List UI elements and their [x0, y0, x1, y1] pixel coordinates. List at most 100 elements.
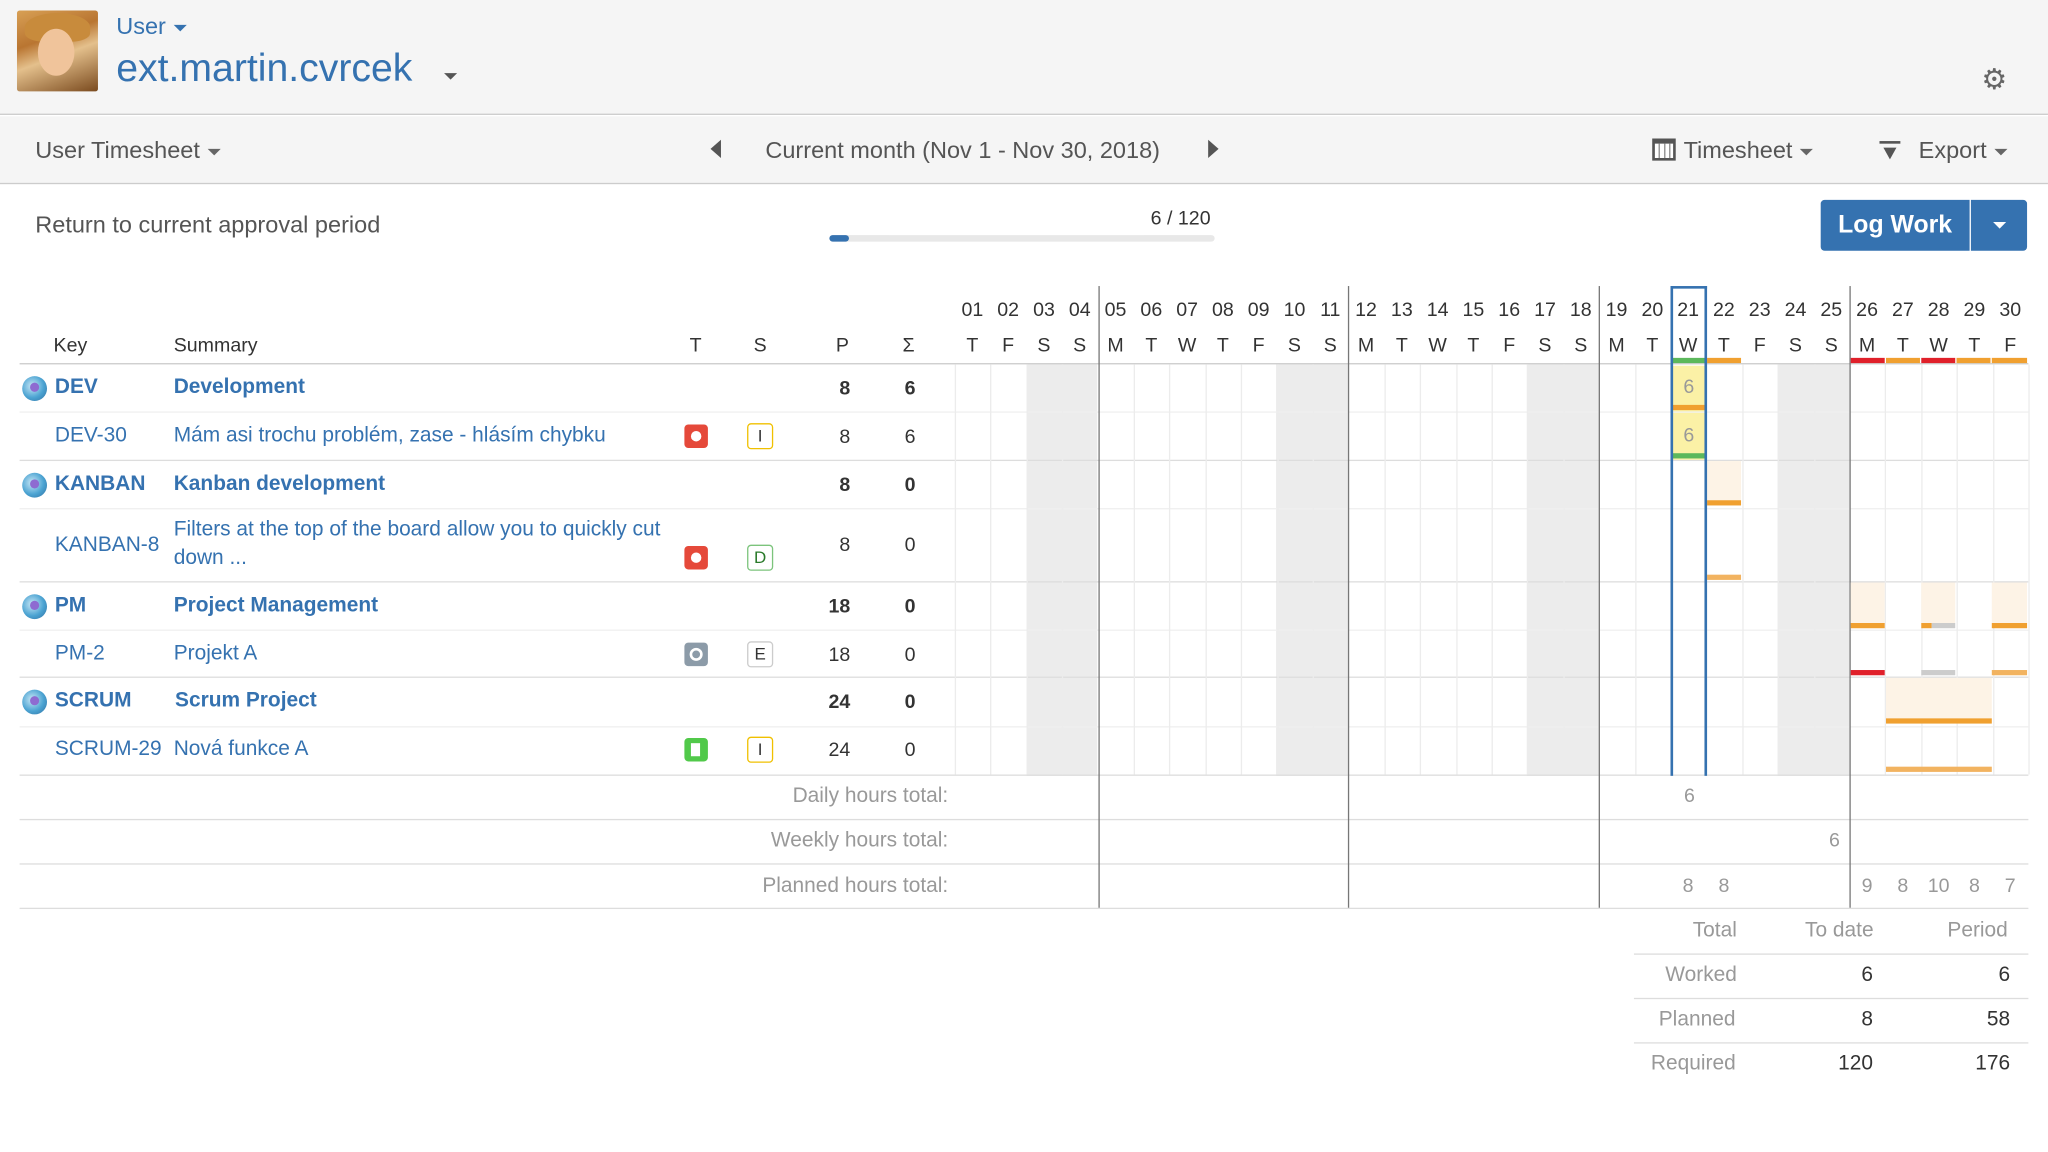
planned-bar	[1886, 357, 1920, 364]
day-number-header: 12	[1355, 299, 1377, 322]
log-work-dropdown-button[interactable]	[1970, 199, 2028, 251]
planned-cell[interactable]	[1886, 677, 1992, 719]
planned-total-value: 8	[1897, 875, 1909, 898]
planned-value: 8	[839, 377, 851, 400]
toolbar: User Timesheet Current month (Nov 1 - No…	[0, 116, 2048, 185]
column-header-summary[interactable]: Summary	[174, 334, 258, 356]
issue-key[interactable]: PM-2	[55, 643, 105, 667]
divider	[19, 726, 2029, 728]
day-number-header: 15	[1462, 299, 1485, 322]
grid-line	[1993, 364, 1995, 775]
issue-summary[interactable]: Projekt A	[174, 643, 258, 667]
planned-cell[interactable]	[1991, 582, 2028, 624]
column-header-type[interactable]: T	[690, 334, 702, 356]
planned-bar	[1707, 574, 1742, 580]
issue-key[interactable]: DEV-30	[55, 424, 127, 448]
weekday-header: S	[1037, 334, 1051, 357]
divider	[19, 676, 2029, 678]
weekday-header: T	[1896, 334, 1909, 357]
planned-bar	[1991, 623, 2028, 629]
weekday-header: F	[1753, 334, 1766, 357]
day-number-header: 14	[1426, 299, 1449, 322]
summary-planned-label: Planned	[1658, 1008, 1736, 1031]
day-number-header: 11	[1320, 299, 1341, 322]
issue-summary[interactable]: Nová funkce A	[174, 738, 309, 762]
weekday-header: T	[1646, 334, 1659, 357]
summary-planned-period: 58	[1986, 1008, 2011, 1031]
task-icon	[684, 642, 708, 667]
weekday-header: S	[1287, 334, 1301, 357]
grid-line	[1384, 364, 1386, 775]
weekday-header: S	[1788, 334, 1803, 357]
return-to-approval-link[interactable]: Return to current approval period	[35, 212, 380, 239]
weekday-header: W	[1177, 334, 1197, 357]
issue-key[interactable]: PM	[55, 594, 86, 618]
avatar[interactable]	[16, 10, 98, 92]
planned-cell[interactable]	[1707, 461, 1742, 501]
issue-key[interactable]: DEV	[55, 376, 98, 400]
chevron-down-icon	[173, 24, 187, 32]
user-name[interactable]: ext.martin.cvrcek	[116, 47, 412, 91]
grid-line	[1061, 364, 1064, 775]
week-separator	[1098, 286, 1100, 908]
day-number-header: 09	[1247, 299, 1270, 322]
log-work-button[interactable]: Log Work	[1820, 199, 1970, 251]
sum-value: 0	[904, 534, 916, 557]
gear-icon[interactable]: ⚙	[1980, 65, 2009, 94]
day-number-header: 26	[1856, 299, 1878, 322]
chevron-down-icon[interactable]	[444, 73, 458, 80]
summary-required-period: 176	[1975, 1052, 2011, 1075]
summary-header-total: Total	[1692, 919, 1737, 942]
week-separator	[1347, 286, 1350, 908]
issue-summary-continued[interactable]: down ...	[174, 547, 247, 571]
timesheet-menu[interactable]: Timesheet	[1652, 137, 1814, 164]
export-menu[interactable]: Export	[1879, 137, 2008, 164]
status-badge: E	[747, 641, 774, 668]
issue-summary[interactable]: Development	[174, 376, 305, 400]
planned-cell[interactable]	[1850, 582, 1885, 624]
grid-line	[1168, 364, 1171, 775]
issue-key[interactable]: KANBAN-8	[55, 534, 160, 558]
progress-fill	[829, 235, 849, 242]
user-selector-label: User	[116, 13, 166, 40]
planned-cell[interactable]	[1921, 582, 1956, 624]
weekday-header: M	[1357, 334, 1375, 357]
chevron-down-icon	[1800, 148, 1814, 156]
day-number-header: 05	[1104, 299, 1127, 322]
period-label[interactable]: Current month (Nov 1 - Nov 30, 2018)	[765, 137, 1160, 164]
bug-icon	[684, 545, 708, 570]
grid-line	[954, 364, 957, 775]
issue-summary[interactable]: Filters at the top of the board allow yo…	[174, 519, 661, 543]
chevron-down-icon	[207, 148, 221, 156]
grid-line	[2028, 364, 2030, 775]
column-header-status[interactable]: S	[754, 334, 767, 356]
issue-summary[interactable]: Scrum Project	[175, 690, 317, 714]
day-number-header: 13	[1390, 299, 1413, 322]
export-icon	[1879, 140, 1901, 161]
grid-line	[1419, 364, 1422, 775]
issue-summary[interactable]: Project Management	[174, 594, 378, 618]
timesheet-menu-label: Timesheet	[1683, 137, 1793, 164]
column-header-key[interactable]: Key	[54, 334, 88, 356]
column-header-planned[interactable]: P	[836, 334, 849, 356]
issue-key[interactable]: SCRUM-29	[55, 738, 162, 762]
issue-summary[interactable]: Mám asi trochu problém, zase - hlásím ch…	[174, 424, 606, 448]
issue-summary[interactable]: Kanban development	[174, 473, 385, 497]
next-period-icon[interactable]	[1208, 139, 1219, 159]
divider	[19, 363, 2029, 365]
column-header-sum[interactable]: Σ	[903, 334, 915, 356]
day-number-header: 03	[1033, 299, 1055, 322]
view-selector[interactable]: User Timesheet	[35, 137, 221, 164]
summary-worked-label: Worked	[1665, 963, 1737, 987]
planned-bar	[1921, 623, 1932, 629]
day-number-header: 04	[1068, 299, 1091, 322]
issue-key[interactable]: SCRUM	[55, 690, 132, 714]
previous-period-icon[interactable]	[710, 139, 721, 159]
status-badge: D	[747, 544, 774, 571]
weekday-header: T	[1216, 334, 1229, 357]
issue-key[interactable]: KANBAN	[55, 473, 146, 497]
day-number-header: 22	[1713, 299, 1735, 322]
user-selector[interactable]: User	[116, 13, 187, 40]
grid-line	[1312, 364, 1314, 775]
planned-bar	[1886, 718, 1992, 724]
